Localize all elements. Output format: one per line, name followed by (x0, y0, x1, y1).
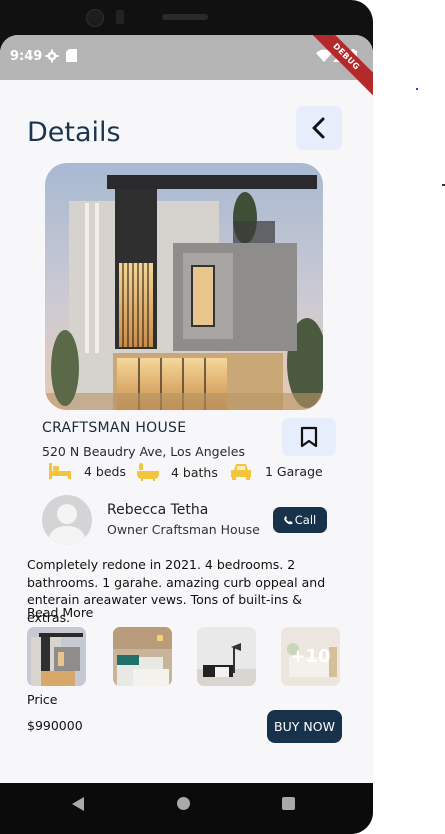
price-value: $990000 (27, 718, 83, 733)
person-icon (48, 504, 86, 545)
call-button[interactable]: Call (273, 507, 327, 533)
feature-beds-label: 4 beds (84, 463, 126, 479)
feature-beds: 4 beds (49, 463, 126, 479)
house-photo (45, 163, 323, 410)
nav-recents-icon[interactable] (282, 797, 295, 810)
feature-baths: 4 baths (137, 463, 218, 481)
nav-back-icon[interactable] (72, 797, 86, 811)
bed-icon (49, 463, 71, 479)
nav-home-icon[interactable] (177, 797, 190, 810)
owner-role: Owner Craftsman House (107, 522, 260, 537)
earpiece-speaker (162, 14, 208, 20)
chevron-left-icon (312, 117, 325, 139)
bathtub-icon (137, 463, 159, 481)
feature-garage-label: 1 Garage (265, 464, 323, 479)
front-camera (86, 9, 104, 27)
property-image[interactable] (45, 163, 323, 410)
settings-icon (45, 49, 59, 63)
sd-card-icon (66, 49, 77, 62)
gallery-thumbnail-more[interactable]: +10 (281, 627, 340, 686)
owner-avatar[interactable] (42, 495, 92, 545)
feature-garage: 1 Garage (231, 463, 323, 480)
call-button-label: Call (294, 513, 317, 527)
more-photos-count: +10 (281, 627, 340, 686)
house-exterior-thumbnail (27, 627, 86, 686)
stray-dot (416, 88, 418, 90)
price-label: Price (27, 692, 58, 707)
bedroom-thumbnail (113, 627, 172, 686)
bookmark-icon (300, 426, 318, 448)
gallery-thumbnail[interactable] (113, 627, 172, 686)
property-address: 520 N Beaudry Ave, Los Angeles (42, 444, 245, 459)
property-name: CRAFTSMAN HOUSE (42, 420, 187, 436)
buy-now-button[interactable]: BUY NOW (267, 710, 342, 743)
status-bar: 9:49 DEBUG (0, 35, 373, 102)
bookmark-button[interactable] (282, 418, 336, 456)
gallery-thumbnail[interactable] (197, 627, 256, 686)
read-more-link[interactable]: Read More (27, 605, 93, 620)
debug-banner: DEBUG (301, 35, 373, 102)
proximity-sensor (116, 10, 124, 24)
gallery-thumbnail[interactable] (27, 627, 86, 686)
app-screen: 9:49 DEBUG Details CRAFTSMAN HOUSE 520 N… (0, 35, 373, 783)
device-frame: 9:49 DEBUG Details CRAFTSMAN HOUSE 520 N… (0, 0, 373, 834)
car-icon (231, 464, 251, 480)
owner-name: Rebecca Tetha (107, 502, 209, 518)
living-room-thumbnail (197, 627, 256, 686)
feature-baths-label: 4 baths (171, 464, 218, 480)
back-button[interactable] (296, 106, 342, 150)
phone-icon (283, 515, 293, 524)
page-title: Details (27, 117, 121, 148)
status-time: 9:49 (10, 49, 43, 64)
